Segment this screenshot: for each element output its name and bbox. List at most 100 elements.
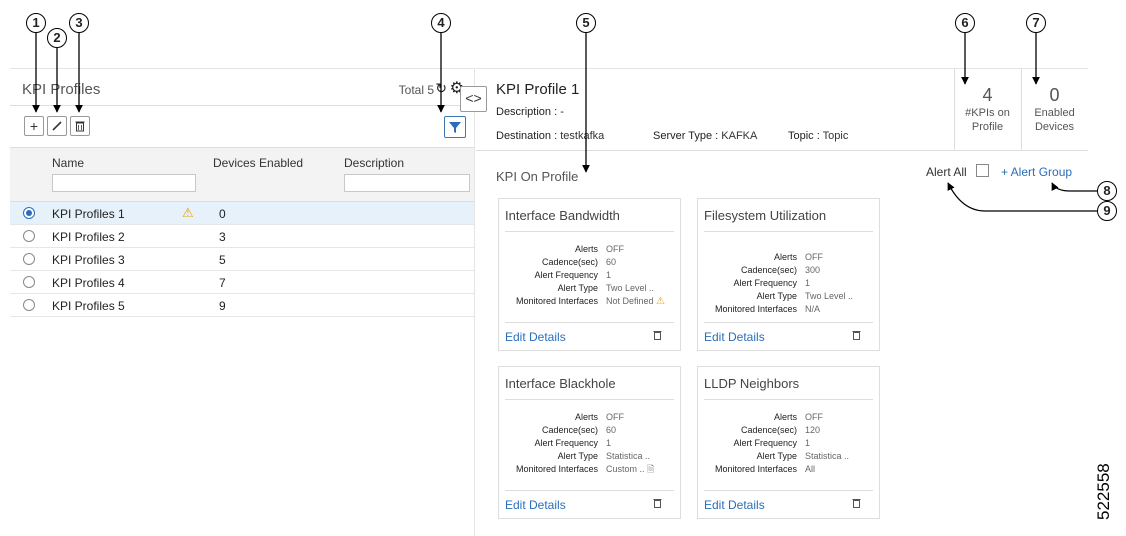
callout-9: 9 [1097, 201, 1117, 221]
alert-all-checkbox[interactable] [976, 164, 989, 177]
edit-icon [52, 121, 62, 131]
divider [505, 399, 674, 400]
kpi-field-label: Alerts [574, 244, 598, 254]
kpi-field: Alerts OFF [499, 411, 680, 423]
delete-icon [75, 121, 85, 132]
kpi-card-title: LLDP Neighbors [704, 376, 800, 391]
table-row[interactable]: KPI Profiles 4 7 [10, 271, 474, 294]
profile-name: KPI Profiles 1 [52, 207, 125, 221]
panel-title: KPI Profiles [22, 81, 101, 98]
edit-button[interactable] [47, 116, 67, 136]
kpi-field-value: Statistica .. [805, 451, 850, 461]
kpi-field: Cadence(sec) 300 [698, 264, 879, 276]
kpi-card: Interface Blackhole Alerts OFF Cadence(sec)… [498, 366, 681, 519]
kpis-on-profile-stat: 4 #KPIs on Profile [954, 69, 1020, 151]
callout-4: 4 [431, 13, 451, 33]
detail-title: KPI Profile 1 [496, 81, 580, 98]
warning-icon: ⚠ [656, 296, 666, 307]
column-devices-enabled[interactable]: Devices Enabled [213, 156, 303, 170]
table-row[interactable]: KPI Profiles 3 5 [10, 248, 474, 271]
kpi-field: Alert Frequency 1 [499, 437, 680, 449]
description-filter-input[interactable] [344, 174, 470, 192]
kpi-field-label: Cadence(sec) [740, 425, 797, 435]
callout-6: 6 [955, 13, 975, 33]
kpi-field: Alert Frequency 1 [499, 269, 680, 281]
trash-icon[interactable] [852, 498, 861, 511]
kpi-field: Monitored Interfaces N/A [698, 303, 879, 315]
kpi-field-value: 60 [606, 257, 617, 267]
kpi-card-title: Interface Blackhole [505, 376, 616, 391]
kpi-field-value: 60 [606, 425, 617, 435]
devices-enabled-value: 0 [219, 207, 226, 221]
kpi-field-label: Alert Frequency [733, 438, 797, 448]
filter-icon [449, 122, 461, 133]
kpi-field-label: Monitored Interfaces [515, 464, 598, 474]
destination: Destination : testkafka [496, 130, 605, 142]
kpi-field-value: OFF [805, 412, 823, 422]
kpi-field-value: Not Defined ⚠ [606, 296, 666, 307]
server-type: Server Type : KAFKA [653, 130, 758, 142]
kpi-field-label: Alert Frequency [733, 278, 797, 288]
kpi-field-value: OFF [606, 244, 624, 254]
kpi-field-value: OFF [805, 252, 823, 262]
kpi-card-title: Filesystem Utilization [704, 208, 827, 223]
row-radio[interactable] [23, 299, 35, 311]
kpi-field-label: Cadence(sec) [541, 257, 598, 267]
column-description[interactable]: Description [344, 156, 404, 170]
devices-enabled-value: 5 [219, 253, 226, 267]
alert-group-link[interactable]: + Alert Group [1001, 165, 1072, 179]
trash-icon[interactable] [852, 330, 861, 343]
callout-3: 3 [69, 13, 89, 33]
kpi-field: Alert Frequency 1 [698, 277, 879, 289]
delete-button[interactable] [70, 116, 90, 136]
kpi-field: Cadence(sec) 120 [698, 424, 879, 436]
kpi-field-value: Two Level .. [606, 283, 655, 293]
refresh-icon[interactable]: ↻ [435, 80, 447, 97]
filter-button[interactable] [444, 116, 466, 138]
table-row[interactable]: KPI Profiles 5 9 [10, 294, 474, 317]
kpi-field: Alert Type Two Level .. [698, 290, 879, 302]
divider [704, 490, 873, 491]
kpi-field-value: 1 [606, 438, 612, 448]
column-name[interactable]: Name [52, 156, 84, 170]
edit-details-link[interactable]: Edit Details [505, 330, 566, 344]
kpi-field-value: N/A [805, 304, 821, 314]
callout-7: 7 [1026, 13, 1046, 33]
row-radio[interactable] [23, 230, 35, 242]
divider [505, 490, 674, 491]
kpi-field-label: Alert Type [756, 451, 797, 461]
kpi-field: Alerts OFF [698, 251, 879, 263]
kpi-card: LLDP Neighbors Alerts OFF Cadence(sec) 120 Al… [697, 366, 880, 519]
total-count: Total 5 [398, 83, 434, 97]
kpi-card: Filesystem Utilization Alerts OFF Cadence(s… [697, 198, 880, 351]
expand-collapse-icon[interactable]: <> [460, 86, 487, 112]
divider [704, 322, 873, 323]
kpi-field-label: Monitored Interfaces [714, 304, 797, 314]
devices-enabled-value: 3 [219, 230, 226, 244]
add-button[interactable]: + [24, 116, 44, 136]
devices-enabled-value: 7 [219, 276, 226, 290]
row-radio[interactable] [23, 207, 35, 219]
table-row[interactable]: KPI Profiles 1 ⚠ 0 [10, 202, 474, 225]
name-filter-input[interactable] [52, 174, 196, 192]
divider [505, 231, 674, 232]
kpi-field-value: 1 [606, 270, 612, 280]
kpi-field-label: Alert Frequency [534, 438, 598, 448]
figure-number: 522558 [1094, 463, 1113, 520]
table-row[interactable]: KPI Profiles 2 3 [10, 225, 474, 248]
table-header: Name Devices Enabled Description [10, 147, 474, 202]
row-radio[interactable] [23, 253, 35, 265]
row-radio[interactable] [23, 276, 35, 288]
document-icon[interactable]: 🗎 [647, 464, 654, 474]
edit-details-link[interactable]: Edit Details [704, 330, 765, 344]
kpi-field-value: 120 [805, 425, 821, 435]
divider [10, 105, 474, 106]
profile-name: KPI Profiles 2 [52, 230, 125, 244]
edit-details-link[interactable]: Edit Details [704, 498, 765, 512]
callout-8: 8 [1097, 181, 1117, 201]
devices-enabled-value: 9 [219, 299, 226, 313]
edit-details-link[interactable]: Edit Details [505, 498, 566, 512]
trash-icon[interactable] [653, 330, 662, 343]
kpi-profiles-panel: KPI Profiles Total 5 ↻ ⚙ + Name Devices … [10, 68, 475, 536]
trash-icon[interactable] [653, 498, 662, 511]
